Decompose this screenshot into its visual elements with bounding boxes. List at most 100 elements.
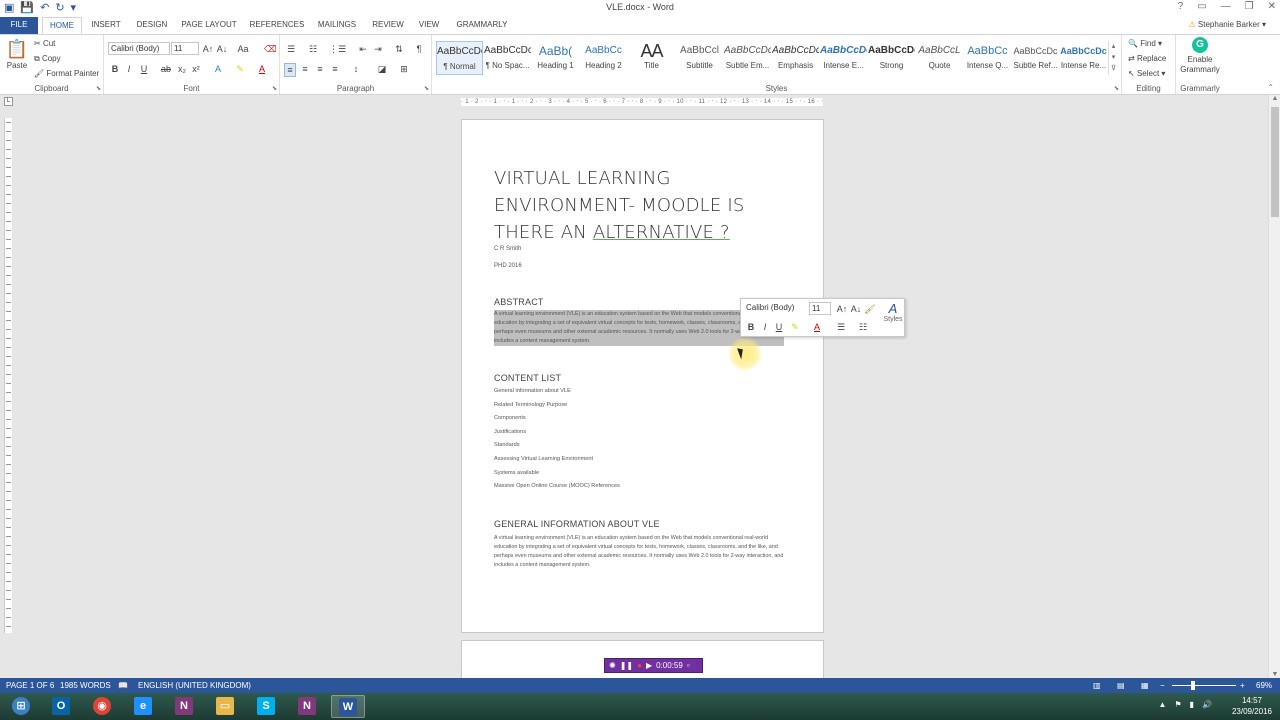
font-color-icon[interactable]: A <box>256 63 268 75</box>
read-mode-icon[interactable]: ▥ <box>1093 678 1101 693</box>
taskbar-chrome-icon[interactable]: ◉ <box>85 695 119 718</box>
mini-font-color-icon[interactable]: A <box>811 321 823 333</box>
underline-icon[interactable]: U <box>138 63 150 75</box>
network-icon[interactable]: ▮ <box>1190 700 1194 709</box>
taskbar-skype-icon[interactable]: S <box>249 695 283 718</box>
find-button[interactable]: 🔍 Find ▾ <box>1128 39 1162 48</box>
taskbar-outlook-icon[interactable]: O <box>44 695 78 718</box>
zoom-slider-thumb[interactable] <box>1191 681 1195 690</box>
mini-highlight-icon[interactable]: ✎ <box>789 321 801 333</box>
taskbar-word-icon[interactable]: W <box>331 695 365 718</box>
taskbar-file-explorer-icon[interactable]: ▭ <box>208 695 242 718</box>
pause-icon[interactable]: ❚❚ <box>620 659 633 672</box>
taskbar-windows-start-icon[interactable]: ⊞ <box>4 695 38 718</box>
change-case-button[interactable]: Aa <box>234 43 252 55</box>
style-subtitle[interactable]: AaBbCcl Subtitle <box>676 41 723 75</box>
taskbar-onenote-icon[interactable]: N <box>167 695 201 718</box>
page-1[interactable]: VIRTUAL LEARNING ENVIRONMENT- MOODLE IS … <box>461 119 824 633</box>
page-count[interactable]: PAGE 1 OF 6 <box>6 678 54 693</box>
mini-bullets-icon[interactable]: ☰ <box>835 321 847 333</box>
tab-view[interactable]: VIEW <box>414 17 444 34</box>
style-strong[interactable]: AaBbCcDc Strong <box>868 41 915 75</box>
style-intense-re[interactable]: AaBbCcDc Intense Re... <box>1060 41 1107 75</box>
clipboard-launcher-icon[interactable]: ⬊ <box>96 85 101 92</box>
borders-icon[interactable]: ⊞ <box>398 63 410 75</box>
play-icon[interactable]: ▶ <box>646 659 652 672</box>
volume-icon[interactable]: 🔊 <box>1202 700 1212 709</box>
mini-grow-font-icon[interactable]: A↑ <box>836 303 848 315</box>
superscript-icon[interactable]: x² <box>190 63 202 75</box>
mini-italic-icon[interactable]: I <box>759 321 771 333</box>
align-center-icon[interactable]: ≡ <box>299 63 311 75</box>
replace-button[interactable]: ⇄ Replace <box>1128 54 1166 63</box>
align-right-icon[interactable]: ≡ <box>314 63 326 75</box>
line-spacing-icon[interactable]: ↕ <box>350 63 362 75</box>
mini-font-family-select[interactable]: Calibri (Body) <box>744 302 808 315</box>
mini-font-size-select[interactable]: 11 <box>809 302 831 315</box>
tab-design[interactable]: DESIGN <box>132 17 172 34</box>
taskbar-internet-explorer-icon[interactable]: e <box>126 695 160 718</box>
shading-icon[interactable]: ◪ <box>376 63 388 75</box>
proofing-icon[interactable]: 📖 <box>118 678 128 693</box>
zoom-out-icon[interactable]: − <box>1160 678 1165 693</box>
cut-button[interactable]: ✂ Cut <box>34 39 55 48</box>
mini-shrink-font-icon[interactable]: A↓ <box>850 303 862 315</box>
style-intense-q[interactable]: AaBbCc Intense Q... <box>964 41 1011 75</box>
shrink-font-icon[interactable]: A↓ <box>216 43 228 55</box>
paragraph-launcher-icon[interactable]: ⬊ <box>424 85 429 92</box>
multilevel-list-icon[interactable]: ⋮☰ <box>329 43 346 55</box>
horizontal-ruler[interactable]: L · 1 · 2 · ‧ · 1 · ‧ · 1 · ‧ · 2 · ‧ · … <box>0 95 1280 109</box>
clear-formatting-icon[interactable]: ⌫ <box>264 43 277 55</box>
scroll-up-icon[interactable]: ▲ <box>1269 95 1280 102</box>
styles-launcher-icon[interactable]: ⬊ <box>1114 85 1119 92</box>
tab-selector-icon[interactable]: L <box>4 97 13 106</box>
vertical-ruler[interactable] <box>4 118 12 633</box>
style-subtle-ref[interactable]: AaBbCcDc Subtle Ref... <box>1012 41 1059 75</box>
style-subtle-em[interactable]: AaBbCcDc Subtle Em... <box>724 41 771 75</box>
flag-icon[interactable]: ⚑ <box>1174 700 1181 709</box>
style-quote[interactable]: AaBbCcL Quote <box>916 41 963 75</box>
close-button[interactable]: ✕ <box>1268 1 1276 12</box>
style-intense-e[interactable]: AaBbCcDc Intense E... <box>820 41 867 75</box>
style-no-spac[interactable]: AaBbCcDc ¶ No Spac... <box>484 41 531 75</box>
collapse-ribbon-icon[interactable]: ⌃ <box>1267 83 1274 92</box>
record-icon[interactable]: ● <box>637 659 642 672</box>
font-size-select[interactable]: 11 <box>171 42 199 55</box>
document-area[interactable]: VIRTUAL LEARNING ENVIRONMENT- MOODLE IS … <box>14 109 1268 678</box>
mini-numbering-icon[interactable]: ☷ <box>857 321 869 333</box>
format-painter-button[interactable]: 🖌 Format Painter <box>34 69 99 78</box>
mini-underline-icon[interactable]: U <box>773 321 785 333</box>
mini-format-painter-icon[interactable]: 🖌 <box>864 303 876 315</box>
recorder-menu-icon[interactable]: ▫ <box>687 659 690 672</box>
minimize-button[interactable]: — <box>1221 1 1231 12</box>
ribbon-display-options-button[interactable]: ▭ <box>1197 1 1206 12</box>
style-emphasis[interactable]: AaBbCcDc Emphasis <box>772 41 819 75</box>
zoom-slider[interactable] <box>1172 685 1236 686</box>
style-heading-1[interactable]: AaBb(Heading 1 <box>532 41 579 75</box>
tab-review[interactable]: REVIEW <box>368 17 408 34</box>
tab-grammarly[interactable]: GRAMMARLY <box>452 17 512 34</box>
tab-insert[interactable]: INSERT <box>86 17 126 34</box>
tab-home[interactable]: HOME <box>42 17 82 34</box>
copy-button[interactable]: ⧉ Copy <box>34 54 61 64</box>
select-button[interactable]: ↖ Select ▾ <box>1128 69 1165 78</box>
font-launcher-icon[interactable]: ⬊ <box>272 85 277 92</box>
tab-file[interactable]: FILE <box>0 17 38 34</box>
style-heading-2[interactable]: AaBbCc Heading 2 <box>580 41 627 75</box>
increase-indent-icon[interactable]: ⇥ <box>372 43 384 55</box>
align-left-icon[interactable]: ≡ <box>284 63 296 77</box>
vertical-scrollbar[interactable]: ▲ ▼ <box>1268 95 1280 678</box>
numbering-icon[interactable]: ☷ <box>307 43 319 55</box>
grow-font-icon[interactable]: A↑ <box>202 43 214 55</box>
highlight-icon[interactable]: ✎ <box>234 63 246 75</box>
strikethrough-icon[interactable]: ab <box>160 63 172 75</box>
zoom-level[interactable]: 69% <box>1256 678 1272 693</box>
italic-icon[interactable]: I <box>123 63 135 75</box>
print-layout-icon[interactable]: ▤ <box>1117 678 1125 693</box>
mini-styles-button[interactable]: A Styles <box>881 301 905 323</box>
bullets-icon[interactable]: ☰ <box>285 43 297 55</box>
bold-icon[interactable]: B <box>109 63 121 75</box>
tab-page-layout[interactable]: PAGE LAYOUT <box>178 17 240 34</box>
web-layout-icon[interactable]: ▦ <box>1141 678 1149 693</box>
text-effects-icon[interactable]: A <box>212 63 224 75</box>
